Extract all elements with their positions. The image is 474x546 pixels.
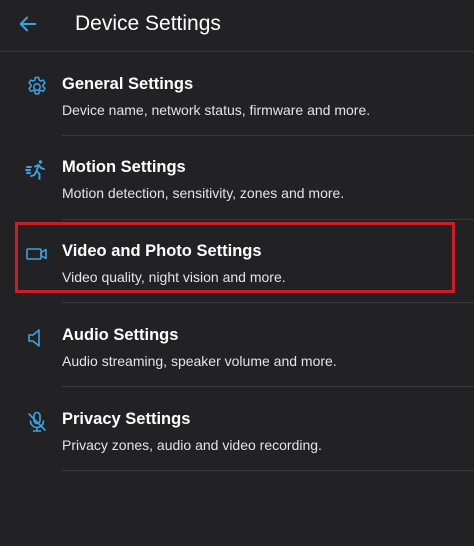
settings-item-title: Video and Photo Settings <box>62 242 262 260</box>
settings-item-subtitle: Motion detection, sensitivity, zones and… <box>62 185 345 201</box>
settings-item-motion[interactable]: Motion Settings Motion detection, sensit… <box>0 145 474 228</box>
settings-item-title: Privacy Settings <box>62 410 191 428</box>
settings-item-audio[interactable]: Audio Settings Audio streaming, speaker … <box>0 313 474 396</box>
settings-item-title: Audio Settings <box>62 326 179 344</box>
header-divider <box>0 51 474 52</box>
settings-item-subtitle: Audio streaming, speaker volume and more… <box>62 353 337 369</box>
divider <box>62 386 474 387</box>
divider <box>62 470 474 471</box>
microphone-off-icon <box>25 410 49 434</box>
settings-item-video-photo[interactable]: Video and Photo Settings Video quality, … <box>0 229 474 312</box>
page-title: Device Settings <box>75 12 221 35</box>
divider <box>62 135 474 136</box>
app-bar: Device Settings <box>0 0 474 52</box>
divider <box>62 302 474 303</box>
arrow-left-icon <box>19 16 37 32</box>
gear-icon <box>25 75 49 99</box>
settings-item-subtitle: Device name, network status, firmware an… <box>62 102 371 118</box>
settings-item-general[interactable]: General Settings Device name, network st… <box>0 62 474 145</box>
running-person-icon <box>25 158 49 182</box>
back-button[interactable] <box>14 10 42 38</box>
settings-item-subtitle: Video quality, night vision and more. <box>62 269 286 285</box>
divider <box>62 219 474 220</box>
speaker-icon <box>25 326 49 350</box>
settings-item-title: General Settings <box>62 75 194 93</box>
settings-item-privacy[interactable]: Privacy Settings Privacy zones, audio an… <box>0 397 474 480</box>
settings-item-subtitle: Privacy zones, audio and video recording… <box>62 437 322 453</box>
settings-item-title: Motion Settings <box>62 158 186 176</box>
video-camera-icon <box>25 242 49 266</box>
